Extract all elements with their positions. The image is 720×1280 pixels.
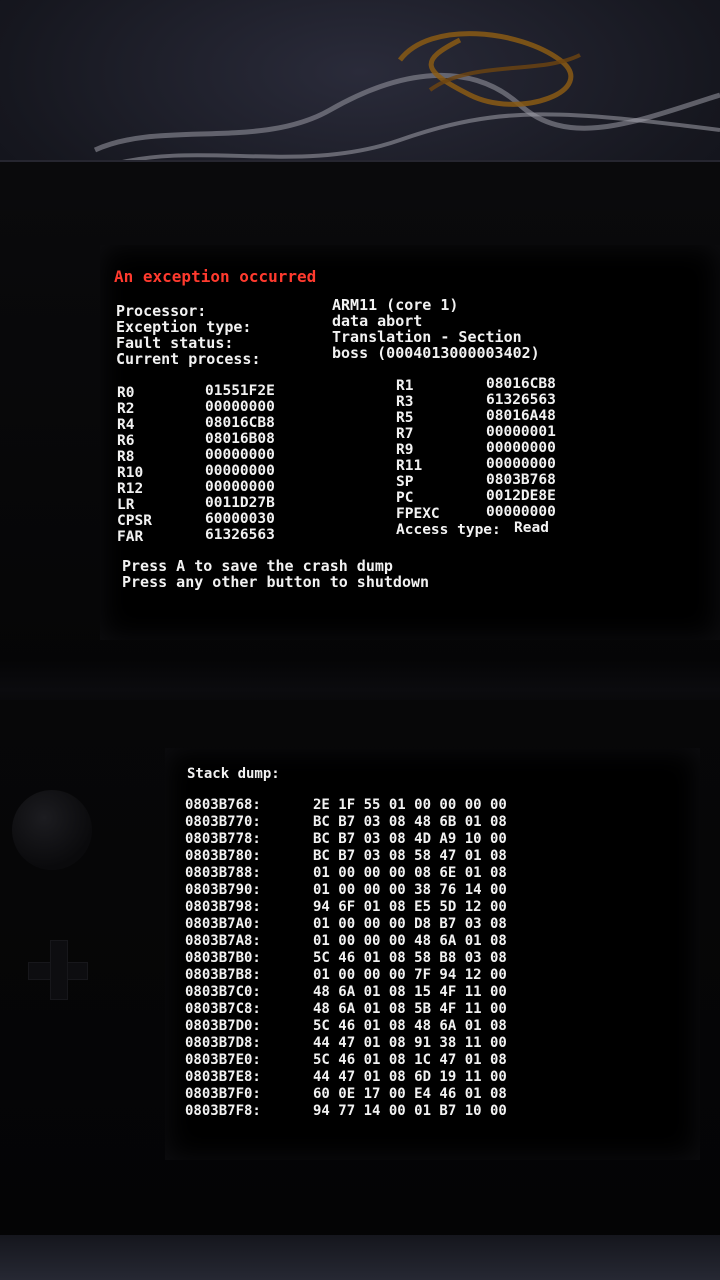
register-value: 61326563 — [486, 392, 556, 408]
stack-bytes: BC B7 03 08 48 6B 01 08 — [313, 814, 507, 830]
stack-bytes: 48 6A 01 08 15 4F 11 00 — [313, 984, 507, 1000]
stack-bytes: 5C 46 01 08 1C 47 01 08 — [313, 1052, 507, 1068]
register-name: R6 — [117, 433, 135, 449]
register-name: FAR — [117, 529, 144, 545]
register-value: 0803B768 — [486, 472, 556, 488]
register-value: 08016A48 — [486, 408, 556, 424]
stack-bytes: 94 6F 01 08 E5 5D 12 00 — [313, 899, 507, 915]
circle-pad[interactable] — [12, 790, 92, 870]
info-label: Processor: — [116, 302, 207, 320]
stack-bytes: BC B7 03 08 58 47 01 08 — [313, 848, 507, 864]
exception-title: An exception occurred — [114, 267, 317, 286]
register-name: R2 — [117, 401, 135, 417]
top-screen: An exception occurred Processor: Excepti… — [100, 245, 720, 640]
register-value: 00000000 — [205, 447, 275, 463]
stack-dump-title: Stack dump: — [187, 766, 280, 782]
stack-address: 0803B778: — [185, 831, 261, 847]
stack-address: 0803B7C0: — [185, 984, 261, 1000]
stack-address: 0803B790: — [185, 882, 261, 898]
register-name: R7 — [396, 426, 414, 442]
register-name: R12 — [117, 481, 144, 497]
stack-address: 0803B7A8: — [185, 933, 261, 949]
register-value: 0012DE8E — [486, 488, 556, 504]
info-value: boss (0004013000003402) — [332, 344, 540, 362]
stack-address: 0803B7E8: — [185, 1069, 261, 1085]
info-label: Current process: — [116, 350, 261, 368]
register-name: SP — [396, 474, 414, 490]
register-name: R0 — [117, 385, 135, 401]
floor-fabric — [0, 1235, 720, 1280]
stack-bytes: BC B7 03 08 4D A9 10 00 — [313, 831, 507, 847]
info-value: ARM11 (core 1) — [332, 296, 459, 314]
register-value: 08016B08 — [205, 431, 275, 447]
dpad[interactable] — [28, 940, 88, 1000]
register-name: LR — [117, 497, 135, 513]
stack-bytes: 44 47 01 08 6D 19 11 00 — [313, 1069, 507, 1085]
register-value: 00000000 — [205, 399, 275, 415]
register-value: 60000030 — [205, 511, 275, 527]
info-value: data abort — [332, 312, 423, 330]
access-type-value: Read — [514, 520, 549, 536]
stack-address: 0803B7B0: — [185, 950, 261, 966]
register-value: 00000000 — [205, 463, 275, 479]
register-value: 61326563 — [205, 527, 275, 543]
stack-bytes: 5C 46 01 08 48 6A 01 08 — [313, 1018, 507, 1034]
register-value: 08016CB8 — [486, 376, 556, 392]
register-name: R1 — [396, 378, 414, 394]
stack-address: 0803B788: — [185, 865, 261, 881]
stack-bytes: 5C 46 01 08 58 B8 03 08 — [313, 950, 507, 966]
stack-address: 0803B798: — [185, 899, 261, 915]
photo-scene: An exception occurred Processor: Excepti… — [0, 0, 720, 1280]
stack-bytes: 01 00 00 00 48 6A 01 08 — [313, 933, 507, 949]
register-name: R3 — [396, 394, 414, 410]
register-name: R9 — [396, 442, 414, 458]
register-name: R4 — [117, 417, 135, 433]
register-name: R8 — [117, 449, 135, 465]
register-name: R5 — [396, 410, 414, 426]
stack-bytes: 60 0E 17 00 E4 46 01 08 — [313, 1086, 507, 1102]
stack-address: 0803B7D8: — [185, 1035, 261, 1051]
register-value: 0011D27B — [205, 495, 275, 511]
stack-address: 0803B7F8: — [185, 1103, 261, 1119]
stack-bytes: 2E 1F 55 01 00 00 00 00 — [313, 797, 507, 813]
info-value: Translation - Section — [332, 328, 522, 346]
press-any-prompt: Press any other button to shutdown — [122, 573, 430, 591]
stack-bytes: 01 00 00 00 38 76 14 00 — [313, 882, 507, 898]
stack-bytes: 44 47 01 08 91 38 11 00 — [313, 1035, 507, 1051]
dpad-vertical — [50, 940, 68, 1000]
stack-bytes: 94 77 14 00 01 B7 10 00 — [313, 1103, 507, 1119]
stack-bytes: 01 00 00 00 7F 94 12 00 — [313, 967, 507, 983]
stack-address: 0803B770: — [185, 814, 261, 830]
register-name: PC — [396, 490, 414, 506]
register-name: R10 — [117, 465, 144, 481]
stack-address: 0803B7B8: — [185, 967, 261, 983]
register-value: 08016CB8 — [205, 415, 275, 431]
stack-address: 0803B7D0: — [185, 1018, 261, 1034]
register-value: 00000001 — [486, 424, 556, 440]
stack-address: 0803B7E0: — [185, 1052, 261, 1068]
bottom-screen: Stack dump: 0803B768: 0803B770: 0803B778… — [165, 748, 700, 1160]
info-label: Exception type: — [116, 318, 252, 336]
stack-address: 0803B780: — [185, 848, 261, 864]
register-name: FPEXC — [396, 506, 440, 522]
register-value: 00000000 — [486, 456, 556, 472]
stack-bytes: 01 00 00 00 D8 B7 03 08 — [313, 916, 507, 932]
info-label: Fault status: — [116, 334, 234, 352]
stack-address: 0803B7A0: — [185, 916, 261, 932]
stack-bytes: 48 6A 01 08 5B 4F 11 00 — [313, 1001, 507, 1017]
register-value: 00000000 — [486, 504, 556, 520]
register-name: CPSR — [117, 513, 152, 529]
register-name: R11 — [396, 458, 423, 474]
stack-address: 0803B768: — [185, 797, 261, 813]
stack-bytes: 01 00 00 00 08 6E 01 08 — [313, 865, 507, 881]
register-value: 00000000 — [205, 479, 275, 495]
press-a-prompt: Press A to save the crash dump — [122, 557, 393, 575]
stack-address: 0803B7C8: — [185, 1001, 261, 1017]
register-value: 00000000 — [486, 440, 556, 456]
stack-address: 0803B7F0: — [185, 1086, 261, 1102]
register-value: 01551F2E — [205, 383, 275, 399]
register-name: Access type: — [396, 522, 501, 538]
